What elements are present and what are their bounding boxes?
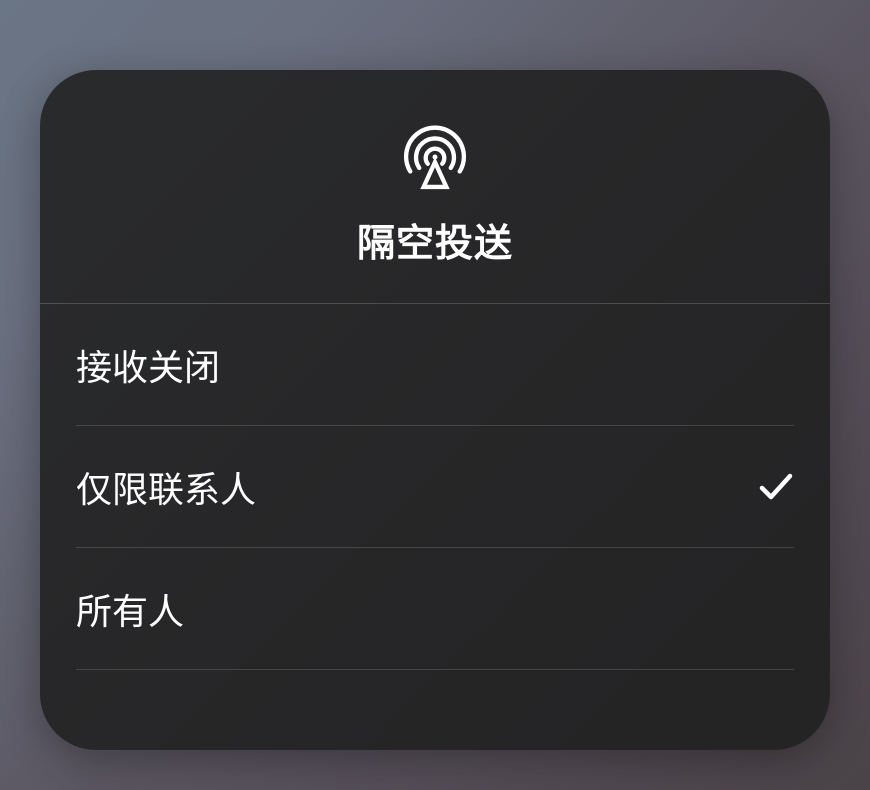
menu-item-everyone[interactable]: 所有人 <box>76 548 794 670</box>
menu-item-label: 接收关闭 <box>76 339 220 391</box>
menu-item-label: 所有人 <box>76 583 184 635</box>
checkmark-icon <box>758 469 794 505</box>
airdrop-panel: 隔空投送 接收关闭 仅限联系人 所有人 <box>40 70 830 750</box>
airdrop-menu: 接收关闭 仅限联系人 所有人 <box>40 304 830 670</box>
menu-item-contacts-only[interactable]: 仅限联系人 <box>76 426 794 548</box>
panel-title: 隔空投送 <box>357 212 513 267</box>
menu-item-receiving-off[interactable]: 接收关闭 <box>76 304 794 426</box>
airdrop-icon <box>402 124 468 190</box>
panel-header: 隔空投送 <box>40 70 830 304</box>
menu-item-label: 仅限联系人 <box>76 461 256 513</box>
